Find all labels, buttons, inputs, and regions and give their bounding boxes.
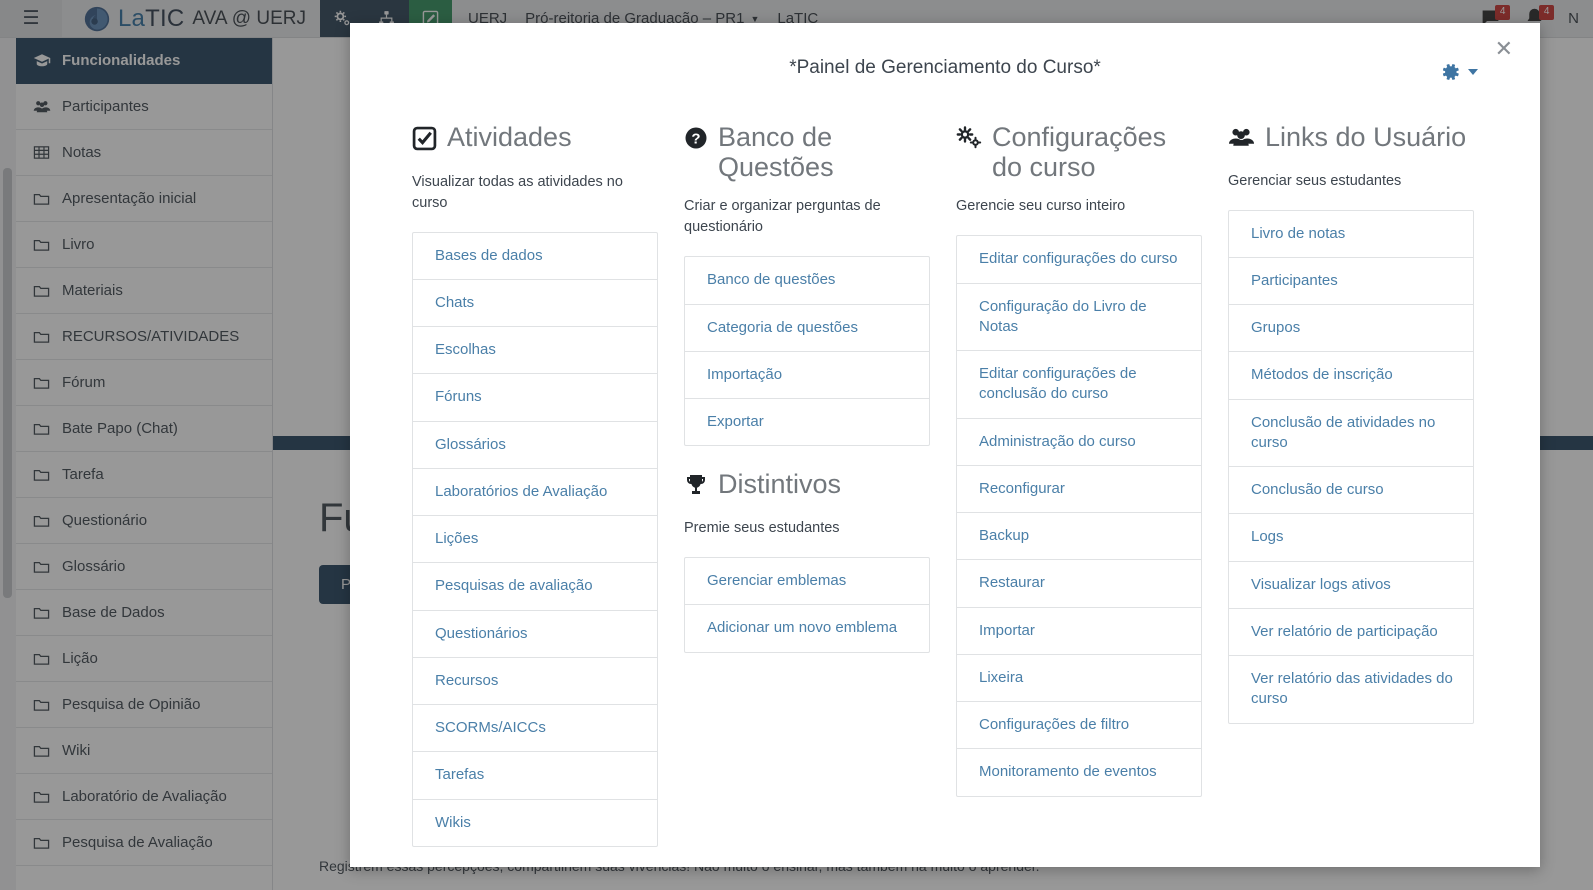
column-links-desc: Gerenciar seus estudantes — [1228, 172, 1402, 189]
gear-icon[interactable] — [1439, 61, 1478, 83]
trophy-icon — [684, 473, 708, 504]
column-links-list: Livro de notas Participantes Grupos Métodos… — [1228, 209, 1474, 724]
list-item[interactable]: Lições — [413, 516, 657, 564]
list-item[interactable]: Questionários — [413, 611, 657, 658]
modal-title: *Painel de Gerenciamento do Curso* — [789, 57, 1101, 78]
list-item[interactable]: Ver relatório das atividades do curso — [1229, 656, 1473, 723]
cogs-icon — [956, 126, 982, 157]
column-configuracoes-heading: Configurações do curso — [956, 122, 1202, 182]
modal-header: *Painel de Gerenciamento do Curso* ✕ — [350, 23, 1540, 95]
section-distintivos-list: Gerenciar emblemas Adicionar um novo embl… — [684, 557, 930, 653]
list-item[interactable]: Monitoramento de eventos — [957, 749, 1201, 795]
column-atividades-heading: Atividades — [412, 122, 658, 158]
modal-body: Atividades Visualizar todas as atividade… — [350, 95, 1540, 847]
column-banco-desc: Criar e organizar perguntas de questioná… — [684, 198, 881, 236]
list-item[interactable]: Importar — [957, 608, 1201, 655]
list-item[interactable]: Editar configurações do curso — [957, 236, 1201, 284]
list-item[interactable]: Conclusão de atividades no curso — [1229, 400, 1473, 468]
section-distintivos-heading: Distintivos — [684, 470, 930, 504]
close-icon[interactable]: ✕ — [1495, 38, 1513, 60]
list-item[interactable]: Configurações de filtro — [957, 702, 1201, 750]
list-item[interactable]: Bases de dados — [413, 233, 657, 280]
list-item[interactable]: Livro de notas — [1229, 211, 1473, 258]
chevron-down-icon[interactable] — [1468, 69, 1478, 75]
column-configuracoes: Configurações do curso Gerencie seu curs… — [956, 122, 1228, 847]
list-item[interactable]: Tarefas — [413, 752, 657, 800]
section-distintivos-title: Distintivos — [718, 469, 842, 500]
list-item[interactable]: Chats — [413, 280, 657, 328]
list-item[interactable]: Escolhas — [413, 327, 657, 375]
column-configuracoes-desc: Gerencie seu curso inteiro — [956, 198, 1126, 215]
list-item[interactable]: Configuração do Livro de Notas — [957, 284, 1201, 352]
users-icon — [1228, 126, 1255, 157]
list-item[interactable]: Importação — [685, 352, 929, 400]
column-banco-questoes: ? Banco de Questões Criar e organizar pe… — [684, 122, 956, 847]
list-item[interactable]: Conclusão de curso — [1229, 467, 1473, 515]
column-atividades-desc: Visualizar todas as atividades no curso — [412, 173, 623, 211]
column-banco-list: Banco de questões Categoria de questões Im… — [684, 256, 930, 447]
column-banco-heading: ? Banco de Questões — [684, 122, 930, 182]
list-item[interactable]: Ver relatório de participação — [1229, 609, 1473, 657]
checkbox-checked-icon — [412, 126, 437, 158]
list-item[interactable]: Pesquisas de avaliação — [413, 563, 657, 611]
column-atividades-list: Bases de dados Chats Escolhas Fóruns Glossár… — [412, 231, 658, 847]
column-configuracoes-title: Configurações do curso — [992, 122, 1167, 182]
column-links-title: Links do Usuário — [1265, 122, 1467, 152]
list-item[interactable]: Exportar — [685, 399, 929, 445]
list-item[interactable]: Logs — [1229, 514, 1473, 562]
course-management-modal: *Painel de Gerenciamento do Curso* ✕ Ati… — [350, 23, 1540, 867]
list-item[interactable]: Grupos — [1229, 305, 1473, 353]
svg-text:?: ? — [691, 131, 700, 148]
list-item[interactable]: Métodos de inscrição — [1229, 352, 1473, 400]
list-item[interactable]: Reconfigurar — [957, 466, 1201, 514]
list-item[interactable]: SCORMs/AICCs — [413, 705, 657, 753]
list-item[interactable]: Administração do curso — [957, 419, 1201, 466]
question-circle-icon: ? — [684, 126, 708, 157]
list-item[interactable]: Glossários — [413, 422, 657, 469]
column-banco-title: Banco de Questões — [718, 122, 834, 182]
column-configuracoes-list: Editar configurações do curso Configuraçã… — [956, 235, 1202, 797]
list-item[interactable]: Lixeira — [957, 655, 1201, 703]
list-item[interactable]: Restaurar — [957, 560, 1201, 608]
list-item[interactable]: Editar configurações de conclusão do cur… — [957, 351, 1201, 419]
list-item[interactable]: Backup — [957, 513, 1201, 561]
column-links-usuario: Links do Usuário Gerenciar seus estudant… — [1228, 122, 1500, 847]
column-atividades: Atividades Visualizar todas as atividade… — [412, 122, 684, 847]
list-item[interactable]: Recursos — [413, 658, 657, 706]
list-item[interactable]: Wikis — [413, 800, 657, 846]
list-item[interactable]: Participantes — [1229, 258, 1473, 306]
list-item[interactable]: Laboratórios de Avaliação — [413, 469, 657, 517]
column-links-heading: Links do Usuário — [1228, 122, 1474, 157]
list-item[interactable]: Banco de questões — [685, 257, 929, 305]
list-item[interactable]: Adicionar um novo emblema — [685, 605, 929, 651]
gear-icon-glyph — [1442, 64, 1459, 80]
section-distintivos-desc: Premie seus estudantes — [684, 520, 840, 537]
list-item[interactable]: Fóruns — [413, 374, 657, 422]
column-atividades-title: Atividades — [447, 122, 572, 152]
list-item[interactable]: Categoria de questões — [685, 305, 929, 352]
list-item[interactable]: Gerenciar emblemas — [685, 558, 929, 606]
list-item[interactable]: Visualizar logs ativos — [1229, 562, 1473, 609]
